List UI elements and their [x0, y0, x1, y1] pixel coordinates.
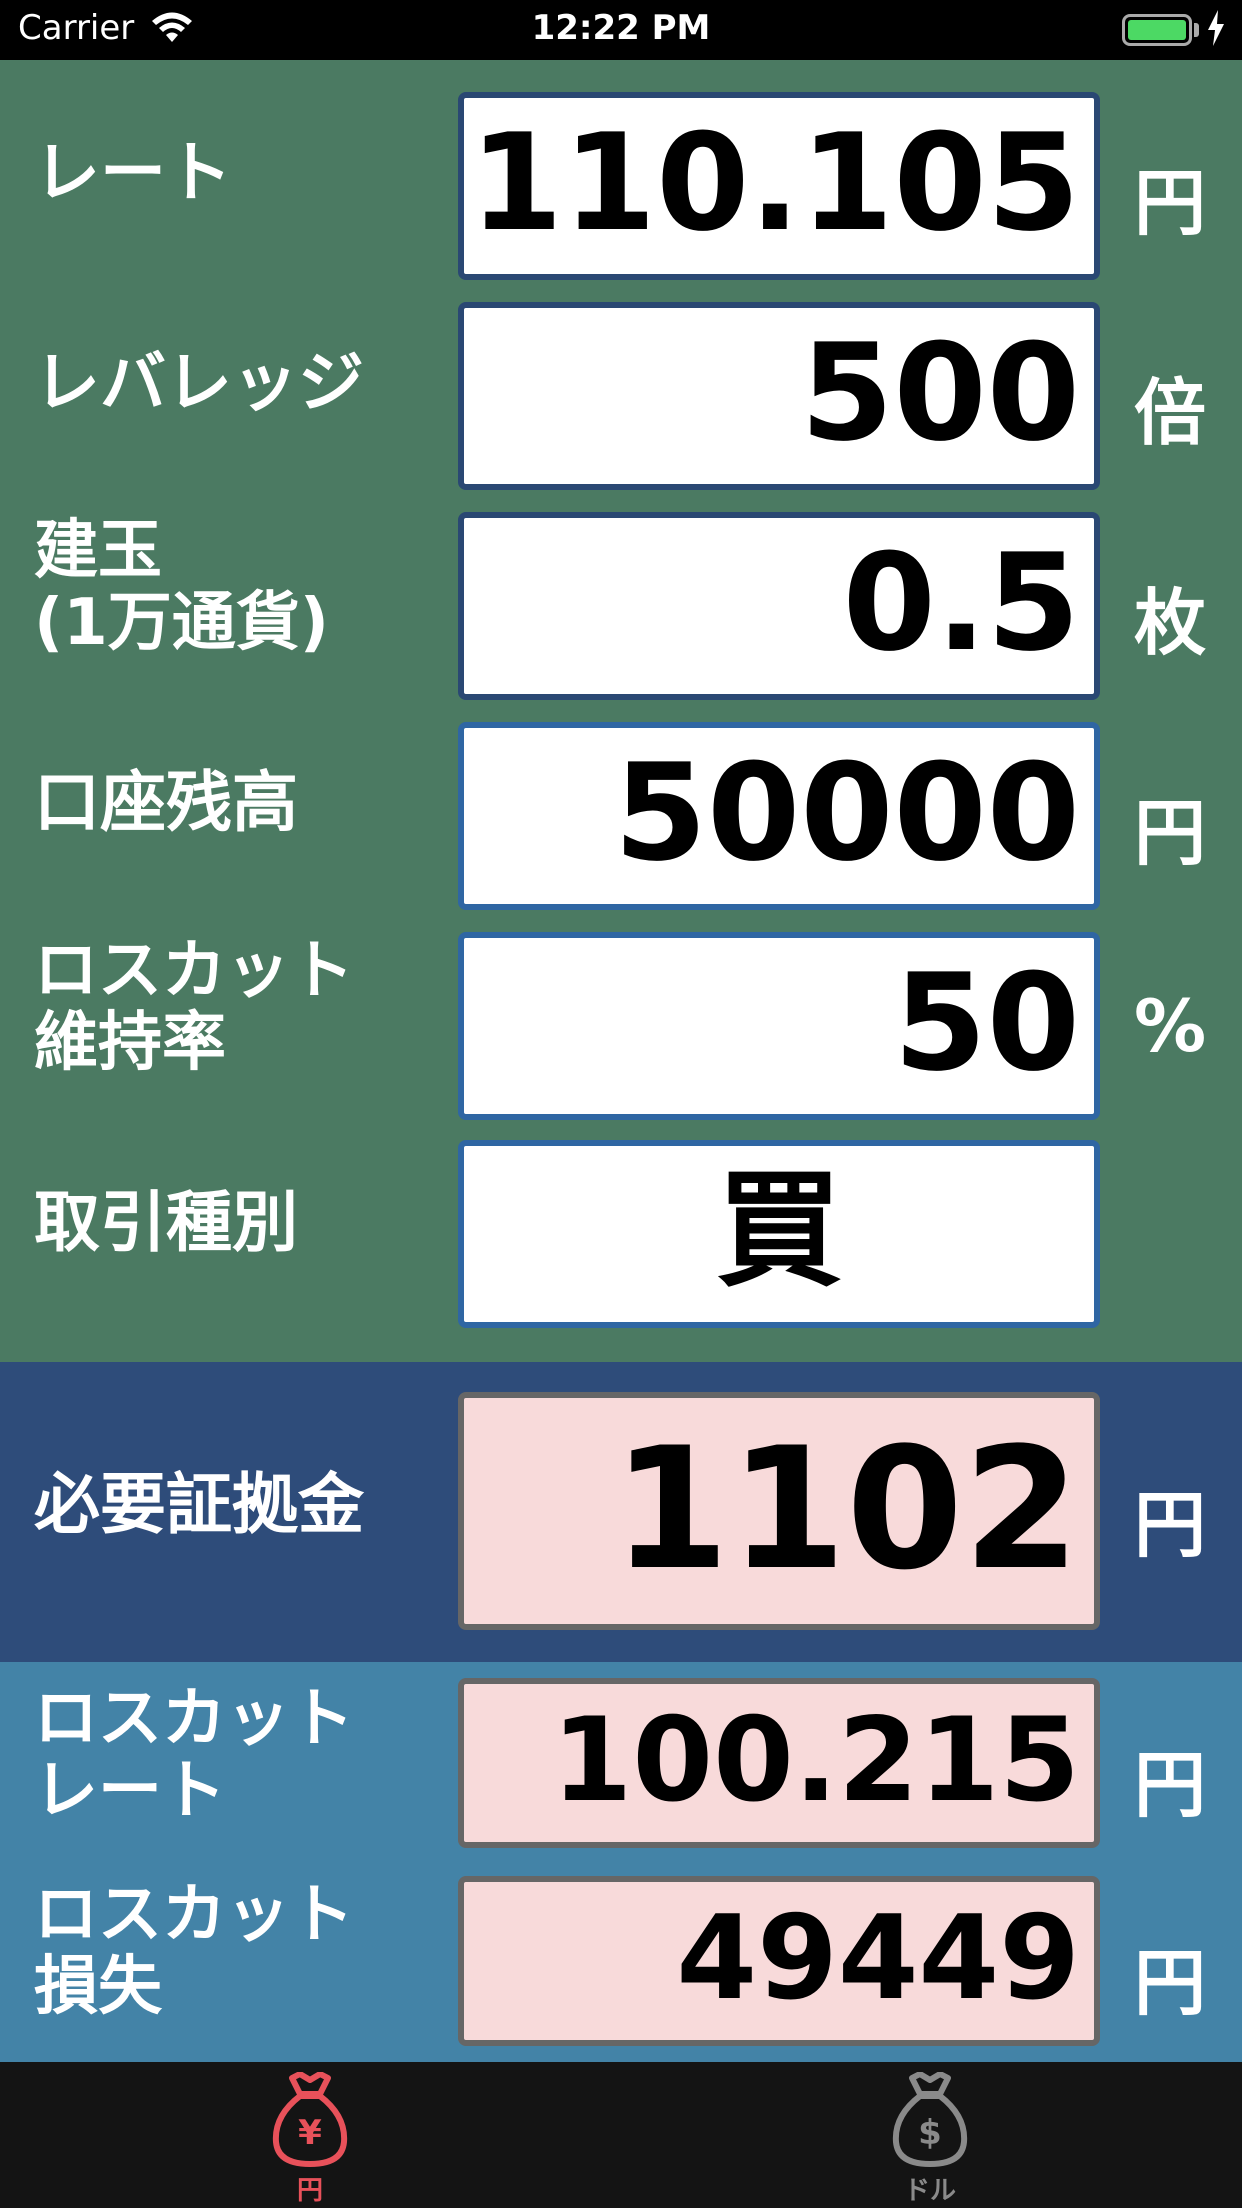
rate-unit: 円 — [1134, 161, 1207, 245]
losscut-loss-label: ロスカット 損失 — [34, 1878, 354, 2024]
leverage-input[interactable]: 500 — [458, 302, 1100, 490]
leverage-unit: 倍 — [1134, 371, 1207, 455]
losscut-rate-label: ロスカット レート — [34, 1682, 354, 1828]
balance-input[interactable]: 50000 — [458, 722, 1100, 910]
losscut-loss-label-line1: ロスカット — [34, 1878, 354, 1952]
tab-dollar-label: ドル — [903, 2176, 956, 2206]
clock: 12:22 PM — [531, 8, 711, 48]
maintenance-input[interactable]: 50 — [458, 932, 1100, 1120]
losscut-loss-value: 49449 — [458, 1876, 1100, 2046]
leverage-label: レバレッジ — [34, 344, 364, 421]
trade-type-label: 取引種別 — [34, 1184, 298, 1261]
losscut-loss-label-line2: 損失 — [34, 1949, 162, 2024]
battery-icon — [1122, 14, 1192, 46]
tab-yen-label: 円 — [296, 2176, 323, 2206]
dollar-money-bag-icon: $ — [890, 2071, 970, 2168]
required-margin-value: 1102 — [458, 1392, 1100, 1630]
position-label: 建玉 (1万通貨) — [34, 514, 330, 660]
maintenance-label-line1: ロスカット — [34, 934, 354, 1008]
required-margin-label: 必要証拠金 — [34, 1466, 364, 1543]
charging-bolt-icon — [1206, 10, 1226, 50]
maintenance-unit: % — [1134, 984, 1207, 1068]
maintenance-label-line2: 維持率 — [34, 1005, 226, 1080]
status-bar: Carrier 12:22 PM — [0, 0, 1242, 60]
trade-type-selector[interactable]: 買 — [458, 1140, 1100, 1328]
losscut-rate-label-line2: レート — [34, 1753, 226, 1828]
tab-bar: ¥ 円 $ ドル — [0, 2062, 1242, 2208]
losscut-rate-label-line1: ロスカット — [34, 1682, 354, 1756]
svg-text:$: $ — [918, 2113, 942, 2153]
maintenance-label: ロスカット 維持率 — [34, 934, 354, 1080]
losscut-rate-value: 100.215 — [458, 1678, 1100, 1848]
balance-label: 口座残高 — [34, 764, 298, 841]
rate-label: レート — [34, 134, 232, 211]
rate-input[interactable]: 110.105 — [458, 92, 1100, 280]
balance-unit: 円 — [1134, 791, 1207, 875]
yen-money-bag-icon: ¥ — [270, 2071, 350, 2168]
svg-text:¥: ¥ — [298, 2113, 322, 2153]
required-margin-unit: 円 — [1134, 1483, 1207, 1567]
losscut-rate-unit: 円 — [1134, 1743, 1207, 1827]
position-label-line1: 建玉 — [34, 514, 162, 588]
tab-yen[interactable]: ¥ 円 — [160, 2062, 460, 2208]
losscut-loss-unit: 円 — [1134, 1941, 1207, 2025]
position-label-line2: (1万通貨) — [34, 585, 330, 660]
position-unit: 枚 — [1134, 581, 1207, 665]
position-input[interactable]: 0.5 — [458, 512, 1100, 700]
tab-dollar[interactable]: $ ドル — [780, 2062, 1080, 2208]
